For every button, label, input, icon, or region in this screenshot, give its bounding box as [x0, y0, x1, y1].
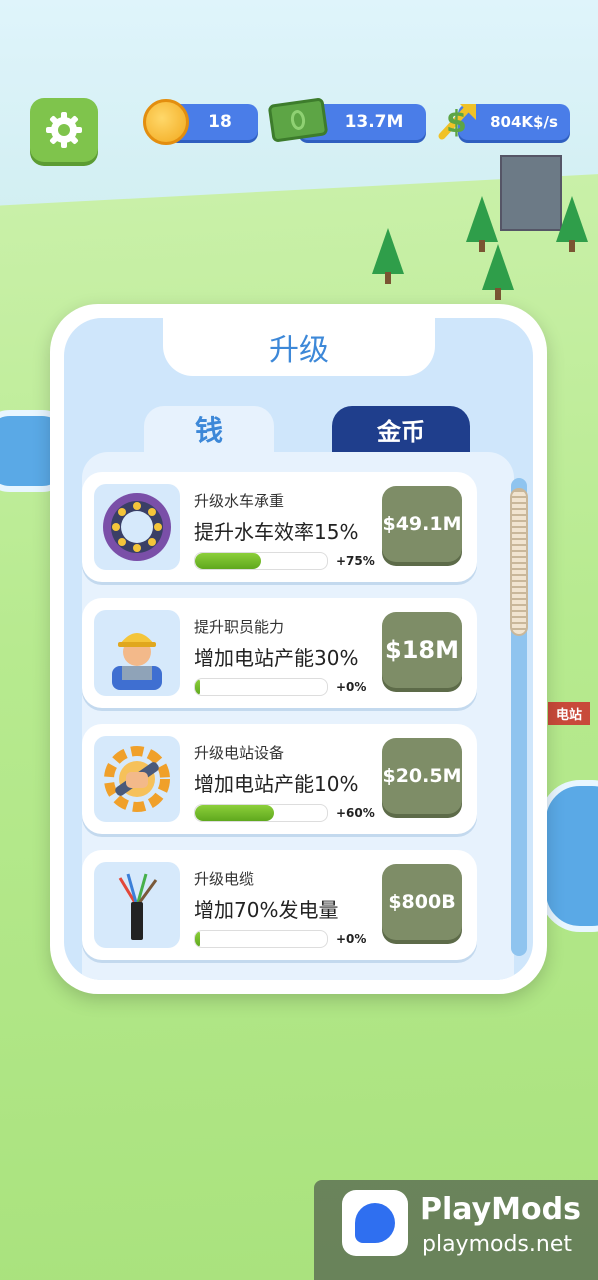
upgrade-description: 增加电站产能30%: [194, 646, 359, 670]
upgrade-description: 增加电站产能10%: [194, 772, 359, 796]
tree: [372, 228, 404, 284]
cable-icon: [118, 873, 158, 940]
watermark-url: playmods.net: [422, 1232, 572, 1257]
building: [500, 155, 562, 231]
upgrade-progress-fill: [195, 931, 201, 947]
upgrade-card-equipment: 升级电站设备 增加电站产能10% +60% $20.5M: [82, 724, 477, 834]
upgrade-percent: +60%: [336, 806, 375, 820]
settings-button[interactable]: [30, 98, 98, 162]
cash-value: 13.7M: [344, 112, 404, 132]
coin-icon: [143, 99, 189, 145]
card-icon-box: [94, 484, 180, 570]
tree: [482, 244, 514, 300]
upgrade-description: 增加70%发电量: [194, 898, 339, 922]
panel-title: 升级: [163, 318, 435, 376]
upgrade-description: 提升水车效率15%: [194, 520, 359, 544]
scrollbar-thumb[interactable]: [510, 488, 528, 636]
worker-icon: [112, 633, 162, 690]
upgrade-title: 升级水车承重: [194, 492, 285, 510]
gear-icon: [46, 112, 82, 148]
station-sign: 电站: [548, 702, 591, 725]
upgrade-percent: +0%: [336, 932, 367, 946]
dollar-arrow-icon: $: [438, 104, 476, 140]
upgrade-title: 升级电缆: [194, 870, 255, 888]
svg-text:$: $: [446, 105, 467, 140]
buy-upgrade-button[interactable]: $49.1M: [382, 486, 462, 562]
upgrade-title: 提升职员能力: [194, 618, 285, 636]
upgrade-card-worker: 提升职员能力 增加电站产能30% +0% $18M: [82, 598, 477, 708]
upgrade-card-cable: 升级电缆 增加70%发电量 +0% $800B: [82, 850, 477, 960]
buy-upgrade-button[interactable]: $18M: [382, 612, 462, 688]
upgrade-card-bearing: 升级水车承重 提升水车效率15% +75% $49.1M: [82, 472, 477, 582]
card-icon-box: [94, 862, 180, 948]
playmods-watermark: PlayMods playmods.net: [314, 1180, 598, 1280]
tab-money[interactable]: 钱: [144, 406, 274, 452]
tab-gold-coins[interactable]: 金币: [332, 406, 470, 452]
buy-upgrade-button[interactable]: $20.5M: [382, 738, 462, 814]
upgrade-progress-fill: [195, 805, 275, 821]
buy-upgrade-button[interactable]: $800B: [382, 864, 462, 940]
upgrade-percent: +75%: [336, 554, 375, 568]
upgrade-progress-fill: [195, 553, 261, 569]
coin-value: 18: [208, 112, 232, 132]
tree: [556, 196, 588, 252]
cash-icon: [267, 97, 329, 143]
upgrade-progress: [194, 552, 328, 570]
gear-wrench-icon: [104, 746, 170, 812]
upgrade-percent: +0%: [336, 680, 367, 694]
upgrade-progress: [194, 804, 328, 822]
river-right: [540, 780, 598, 932]
scrollbar[interactable]: [510, 478, 528, 956]
upgrade-progress-fill: [195, 679, 201, 695]
upgrade-title: 升级电站设备: [194, 744, 285, 762]
card-icon-box: [94, 736, 180, 822]
watermark-name: PlayMods: [420, 1192, 581, 1227]
income-rate-value: 804K$/s: [490, 113, 558, 131]
bearing-icon: [103, 493, 171, 561]
tree: [466, 196, 498, 252]
card-icon-box: [94, 610, 180, 696]
playmods-logo-icon: [342, 1190, 408, 1256]
upgrade-progress: [194, 930, 328, 948]
upgrade-progress: [194, 678, 328, 696]
